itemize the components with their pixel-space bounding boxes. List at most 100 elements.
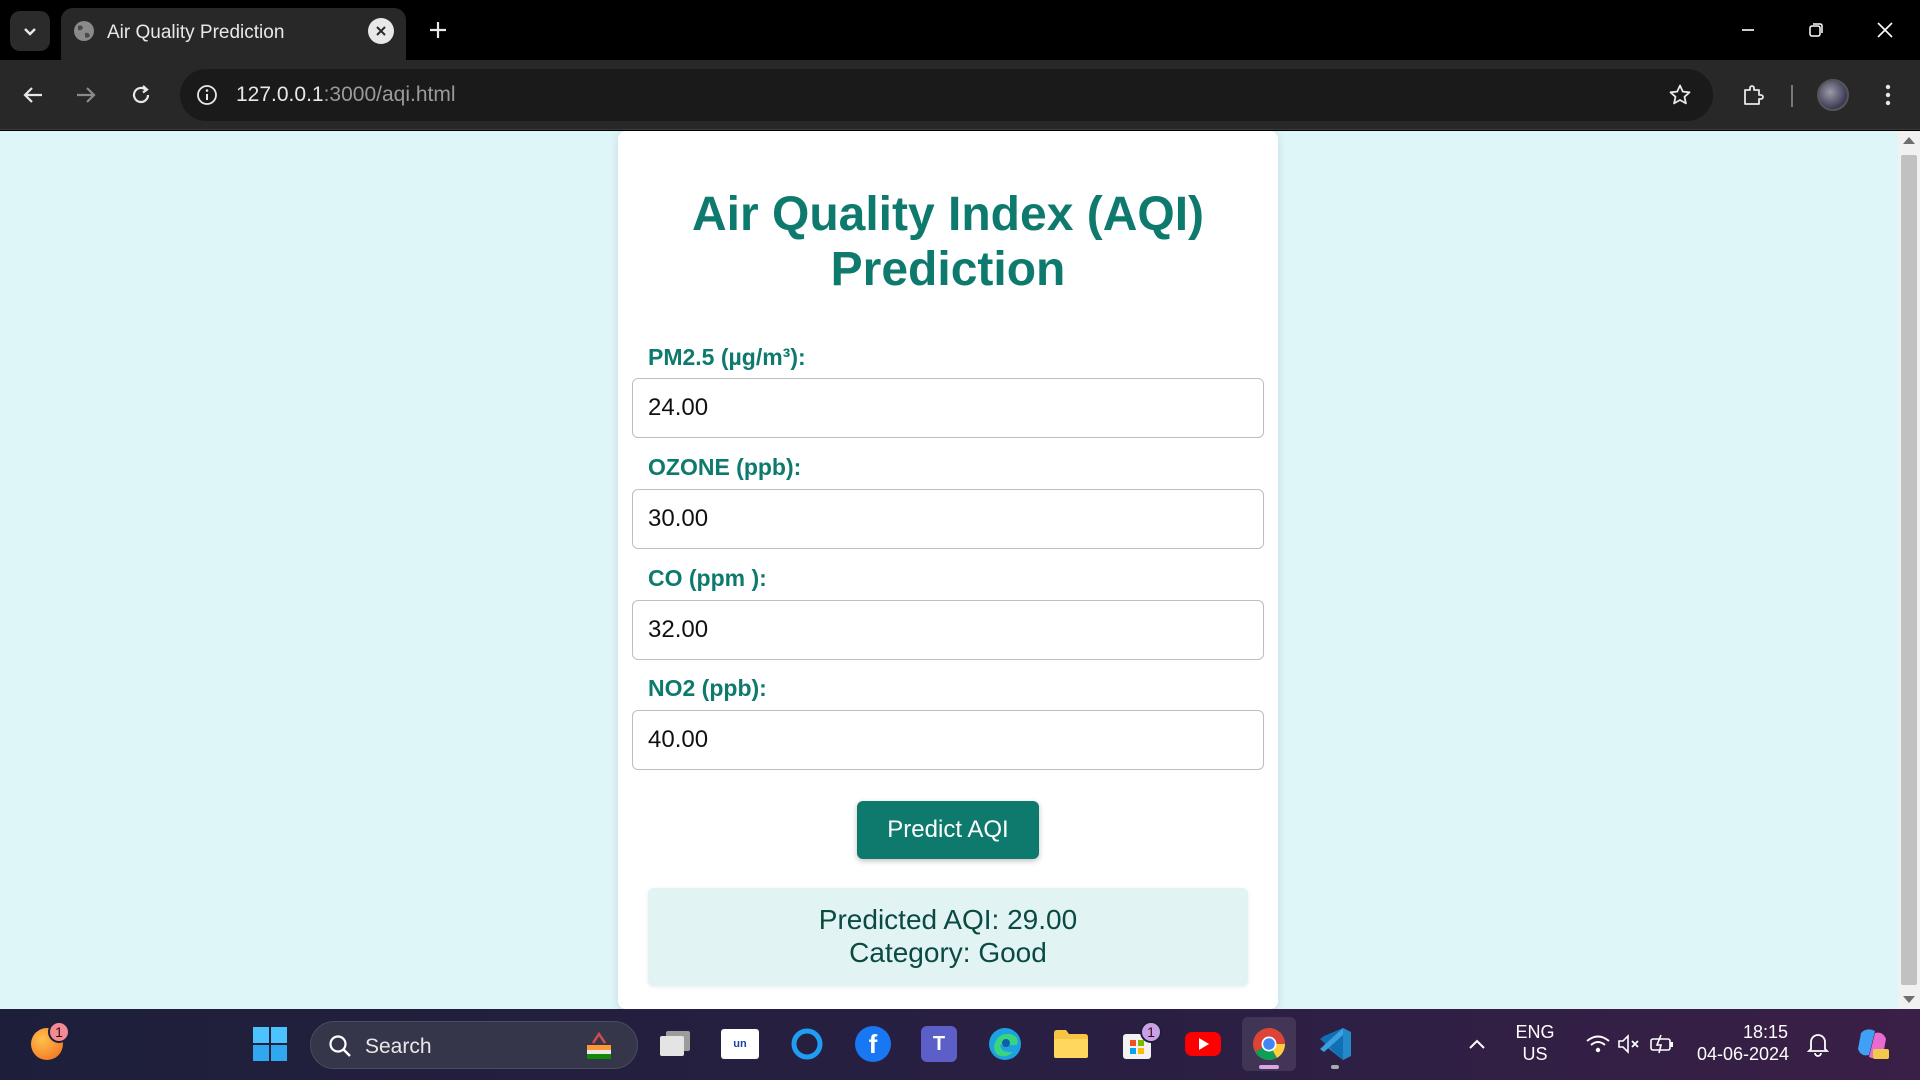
taskbar-search-box[interactable]: Search (310, 1021, 638, 1069)
aqi-category-text: Category: Good (849, 937, 1047, 968)
browser-tab-strip: Air Quality Prediction (0, 0, 1920, 60)
chevron-down-icon (24, 28, 36, 36)
start-button[interactable] (243, 1017, 297, 1071)
close-icon (376, 26, 386, 36)
search-placeholder: Search (365, 1035, 432, 1058)
aqi-form-card: Air Quality Index (AQI) Prediction PM2.5… (618, 131, 1278, 1009)
tab-title: Air Quality Prediction (107, 22, 285, 43)
windows-taskbar: 1 Search un f T 1 ENG US 18:15 04-06-202… (0, 1009, 1920, 1080)
edge-icon (989, 1028, 1021, 1060)
teams-icon: T (921, 1026, 957, 1062)
file-explorer-button[interactable] (1044, 1017, 1098, 1071)
tab-search-button[interactable] (10, 11, 50, 51)
ozone-input[interactable] (632, 489, 1264, 549)
co-label: CO (ppm ): (648, 565, 767, 591)
close-icon (1877, 22, 1893, 38)
browser-menu-button[interactable] (1868, 75, 1908, 115)
back-button[interactable] (13, 75, 53, 115)
search-icon (329, 1035, 351, 1057)
reload-button[interactable] (121, 75, 161, 115)
notifications-button[interactable] (1793, 1017, 1843, 1071)
vscode-icon (1320, 1028, 1351, 1060)
bell-icon (1806, 1034, 1830, 1057)
forward-button[interactable] (66, 75, 106, 115)
folder-icon (1054, 1030, 1088, 1058)
facebook-app-button[interactable]: f (846, 1017, 900, 1071)
youtube-icon (1185, 1032, 1221, 1056)
vscode-app-button[interactable] (1308, 1017, 1362, 1071)
page-scrollbar[interactable] (1898, 131, 1920, 1009)
battery-charging-icon (1650, 1034, 1673, 1054)
language-text: ENG (1515, 1022, 1555, 1042)
network-volume-battery-button[interactable] (1575, 1017, 1685, 1071)
task-view-icon (660, 1031, 690, 1056)
copilot-button[interactable] (1845, 1017, 1899, 1071)
minimize-button[interactable] (1725, 10, 1771, 50)
reload-icon (132, 85, 150, 104)
info-icon (197, 85, 217, 105)
pm25-label: PM2.5 (µg/m³): (648, 344, 806, 370)
chrome-icon (1253, 1028, 1285, 1061)
url-path: :3000/aqi.html (323, 83, 456, 106)
wifi-icon (1586, 1035, 1610, 1053)
unstop-icon: un (721, 1029, 759, 1059)
star-icon (1669, 84, 1691, 105)
chrome-app-button[interactable] (1242, 1017, 1296, 1071)
plus-icon (430, 22, 446, 38)
prediction-result: Predicted AQI: 29.00 Category: Good (648, 888, 1248, 986)
cortana-ring-icon (791, 1028, 823, 1060)
browser-tab[interactable]: Air Quality Prediction (61, 8, 406, 60)
language-indicator[interactable]: ENG US (1508, 1021, 1562, 1065)
close-window-button[interactable] (1862, 10, 1908, 50)
cortana-button[interactable] (780, 1017, 834, 1071)
url-host: 127.0.0.1 (236, 83, 324, 106)
page-viewport: Air Quality Index (AQI) Prediction PM2.5… (0, 131, 1920, 1009)
ms-store-button[interactable]: 1 (1110, 1017, 1164, 1071)
youtube-app-button[interactable] (1176, 1017, 1230, 1071)
copilot-icon (1858, 1029, 1889, 1059)
teams-app-button[interactable]: T (912, 1017, 966, 1071)
more-vertical-icon (1885, 84, 1891, 106)
region-text: US (1522, 1044, 1548, 1064)
co-input[interactable] (632, 600, 1264, 660)
toolbar-separator (1791, 85, 1793, 107)
predict-aqi-button[interactable]: Predict AQI (857, 801, 1039, 859)
tab-close-button[interactable] (368, 18, 394, 44)
url-text: 127.0.0.1:3000/aqi.html (236, 83, 456, 107)
globe-icon (74, 21, 94, 41)
minimize-icon (1742, 29, 1754, 31)
page-title: Air Quality Index (AQI) Prediction (691, 188, 1205, 296)
pm25-input[interactable] (632, 378, 1264, 438)
clock-date: 04-06-2024 (1696, 1044, 1790, 1064)
widgets-button[interactable]: 1 (20, 1017, 74, 1071)
scroll-up-arrow-icon[interactable] (1903, 137, 1915, 144)
active-app-indicator (1259, 1065, 1279, 1069)
search-highlight-icon (587, 1031, 611, 1059)
extensions-button[interactable] (1733, 75, 1773, 115)
new-tab-button[interactable] (422, 14, 454, 46)
windows-logo-icon (253, 1027, 287, 1061)
restore-button[interactable] (1793, 10, 1839, 50)
scroll-down-arrow-icon[interactable] (1903, 996, 1915, 1003)
predicted-aqi-text: Predicted AQI: 29.00 (818, 904, 1078, 935)
edge-app-button[interactable] (978, 1017, 1032, 1071)
clock-time: 18:15 (1742, 1022, 1788, 1042)
puzzle-icon (1744, 85, 1764, 105)
profile-button[interactable] (1813, 75, 1853, 115)
avatar (1817, 79, 1849, 111)
store-badge: 1 (1140, 1021, 1162, 1043)
task-view-button[interactable] (648, 1017, 702, 1071)
no2-label: NO2 (ppb): (648, 675, 767, 701)
running-app-indicator (1331, 1065, 1339, 1069)
address-bar[interactable]: 127.0.0.1:3000/aqi.html (180, 69, 1713, 121)
no2-input[interactable] (632, 710, 1264, 770)
show-hidden-icons-button[interactable] (1452, 1017, 1502, 1071)
bookmark-button[interactable] (1665, 80, 1695, 110)
clock[interactable]: 18:15 04-06-2024 (1694, 1021, 1792, 1065)
volume-muted-icon (1618, 1034, 1639, 1054)
scroll-thumb[interactable] (1901, 155, 1917, 985)
unstop-app-button[interactable]: un (713, 1017, 767, 1071)
ozone-label: OZONE (ppb): (648, 454, 802, 480)
arrow-left-icon (23, 87, 42, 103)
site-info-button[interactable] (192, 80, 222, 110)
